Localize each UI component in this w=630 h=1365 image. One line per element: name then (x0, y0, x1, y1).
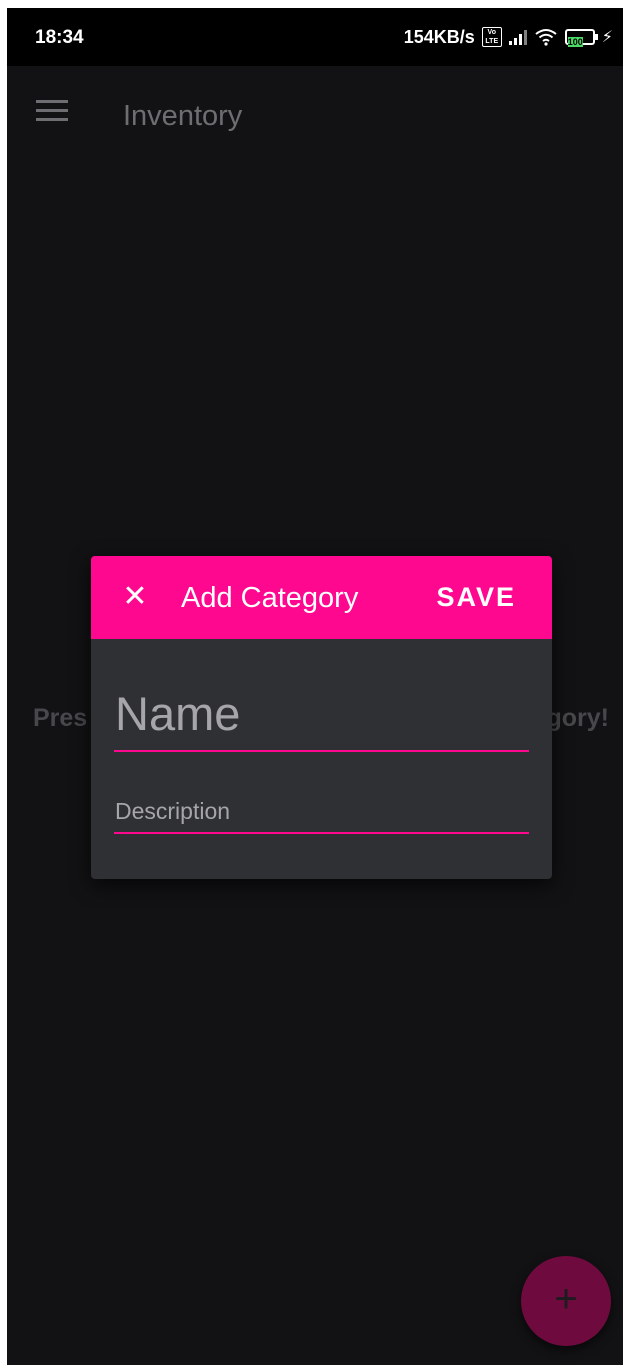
app-bar: Inventory (7, 66, 623, 158)
name-input[interactable]: Name (114, 682, 529, 752)
close-icon[interactable]: ✕ (121, 582, 149, 612)
charging-icon: ⚡ (601, 29, 613, 46)
volte-icon: Vo LTE (481, 27, 502, 47)
plus-icon: + (554, 1277, 578, 1321)
name-placeholder: Name (115, 687, 241, 740)
signal-icon (508, 29, 527, 45)
status-icons: 154KB/s Vo LTE 100 ⚡ (404, 26, 613, 48)
empty-state-right-text: gory! (546, 704, 610, 732)
menu-icon[interactable] (36, 100, 68, 122)
status-bar: 18:34 154KB/s Vo LTE 100 ⚡ (7, 8, 623, 66)
add-button[interactable]: + (521, 1256, 611, 1346)
dialog-title: Add Category (181, 582, 359, 614)
wifi-icon (535, 29, 557, 46)
description-placeholder: Description (115, 798, 231, 824)
description-input[interactable]: Description (114, 794, 529, 834)
battery-level: 100 (567, 37, 583, 47)
status-time: 18:34 (35, 27, 84, 48)
add-category-dialog: ✕ Add Category SAVE Name Description (91, 556, 552, 879)
app-title: Inventory (123, 100, 243, 132)
empty-state-left-text: Pres (33, 704, 88, 732)
network-speed: 154KB/s (403, 26, 475, 47)
battery-icon: 100 (564, 29, 598, 47)
dialog-header: ✕ Add Category SAVE (91, 556, 552, 639)
save-button[interactable]: SAVE (436, 582, 516, 613)
app-screen: 18:34 154KB/s Vo LTE 100 ⚡ Inventory Pre… (7, 8, 623, 1365)
